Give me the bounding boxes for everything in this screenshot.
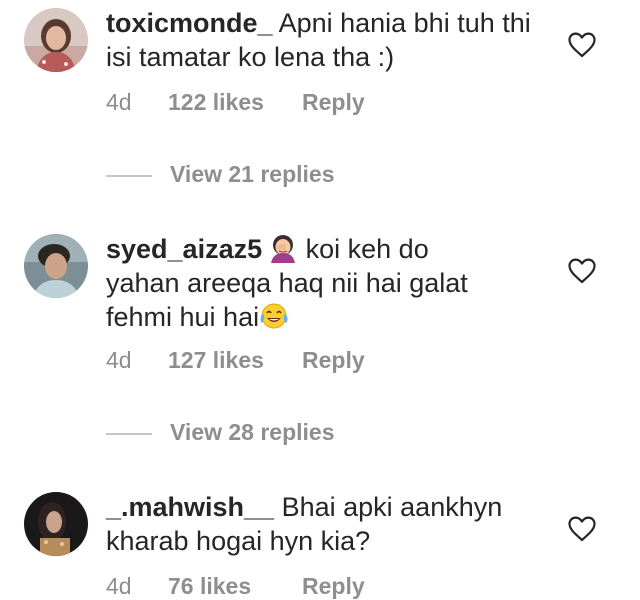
avatar-photo-icon	[24, 8, 88, 72]
woman-facepalming-emoji	[268, 233, 298, 263]
comment-text: _.mahwish__ Bhai apki aankhyn kharab hog…	[106, 490, 546, 558]
view-replies-button[interactable]: View 21 replies	[106, 160, 335, 188]
heart-icon[interactable]	[568, 516, 596, 542]
comment-text: toxicmonde_ Apni hania bhi tuh thi isi t…	[106, 6, 546, 74]
face-with-tears-of-joy-emoji	[259, 301, 289, 331]
heart-outline-icon	[568, 258, 596, 284]
username[interactable]: toxicmonde_	[106, 8, 273, 38]
view-replies-label: View 28 replies	[170, 419, 335, 445]
likes-count[interactable]: 122 likes	[168, 88, 302, 116]
comment-body-line2: yahan areeqa haq nii hai galat	[106, 268, 468, 298]
heart-icon[interactable]	[568, 32, 596, 58]
comment-body-line1: koi keh do	[305, 234, 429, 264]
view-replies-button[interactable]: View 28 replies	[106, 418, 335, 446]
username[interactable]: _.mahwish__	[106, 492, 274, 522]
comment-meta: 4d 122 likes Reply	[106, 88, 365, 116]
username[interactable]: syed_aizaz5	[106, 234, 262, 264]
heart-outline-icon	[568, 516, 596, 542]
replies-divider-line	[106, 174, 152, 177]
timestamp: 4d	[106, 89, 132, 115]
comment-text: syed_aizaz5 koi keh do yahan areeqa haq …	[106, 232, 546, 334]
replies-divider-line	[106, 432, 152, 435]
heart-icon[interactable]	[568, 258, 596, 284]
avatar[interactable]	[24, 8, 88, 72]
avatar-photo-icon	[24, 234, 88, 298]
timestamp: 4d	[106, 347, 132, 373]
reply-button[interactable]: Reply	[302, 88, 365, 116]
comment-body-line3: fehmi hui hai	[106, 302, 260, 332]
heart-outline-icon	[568, 32, 596, 58]
avatar-photo-icon	[24, 492, 88, 556]
comment-meta: 4d 127 likes Reply	[106, 346, 365, 374]
avatar[interactable]	[24, 234, 88, 298]
view-replies-label: View 21 replies	[170, 161, 335, 187]
reply-button[interactable]: Reply	[302, 346, 365, 374]
avatar[interactable]	[24, 492, 88, 556]
likes-count[interactable]: 127 likes	[168, 346, 302, 374]
